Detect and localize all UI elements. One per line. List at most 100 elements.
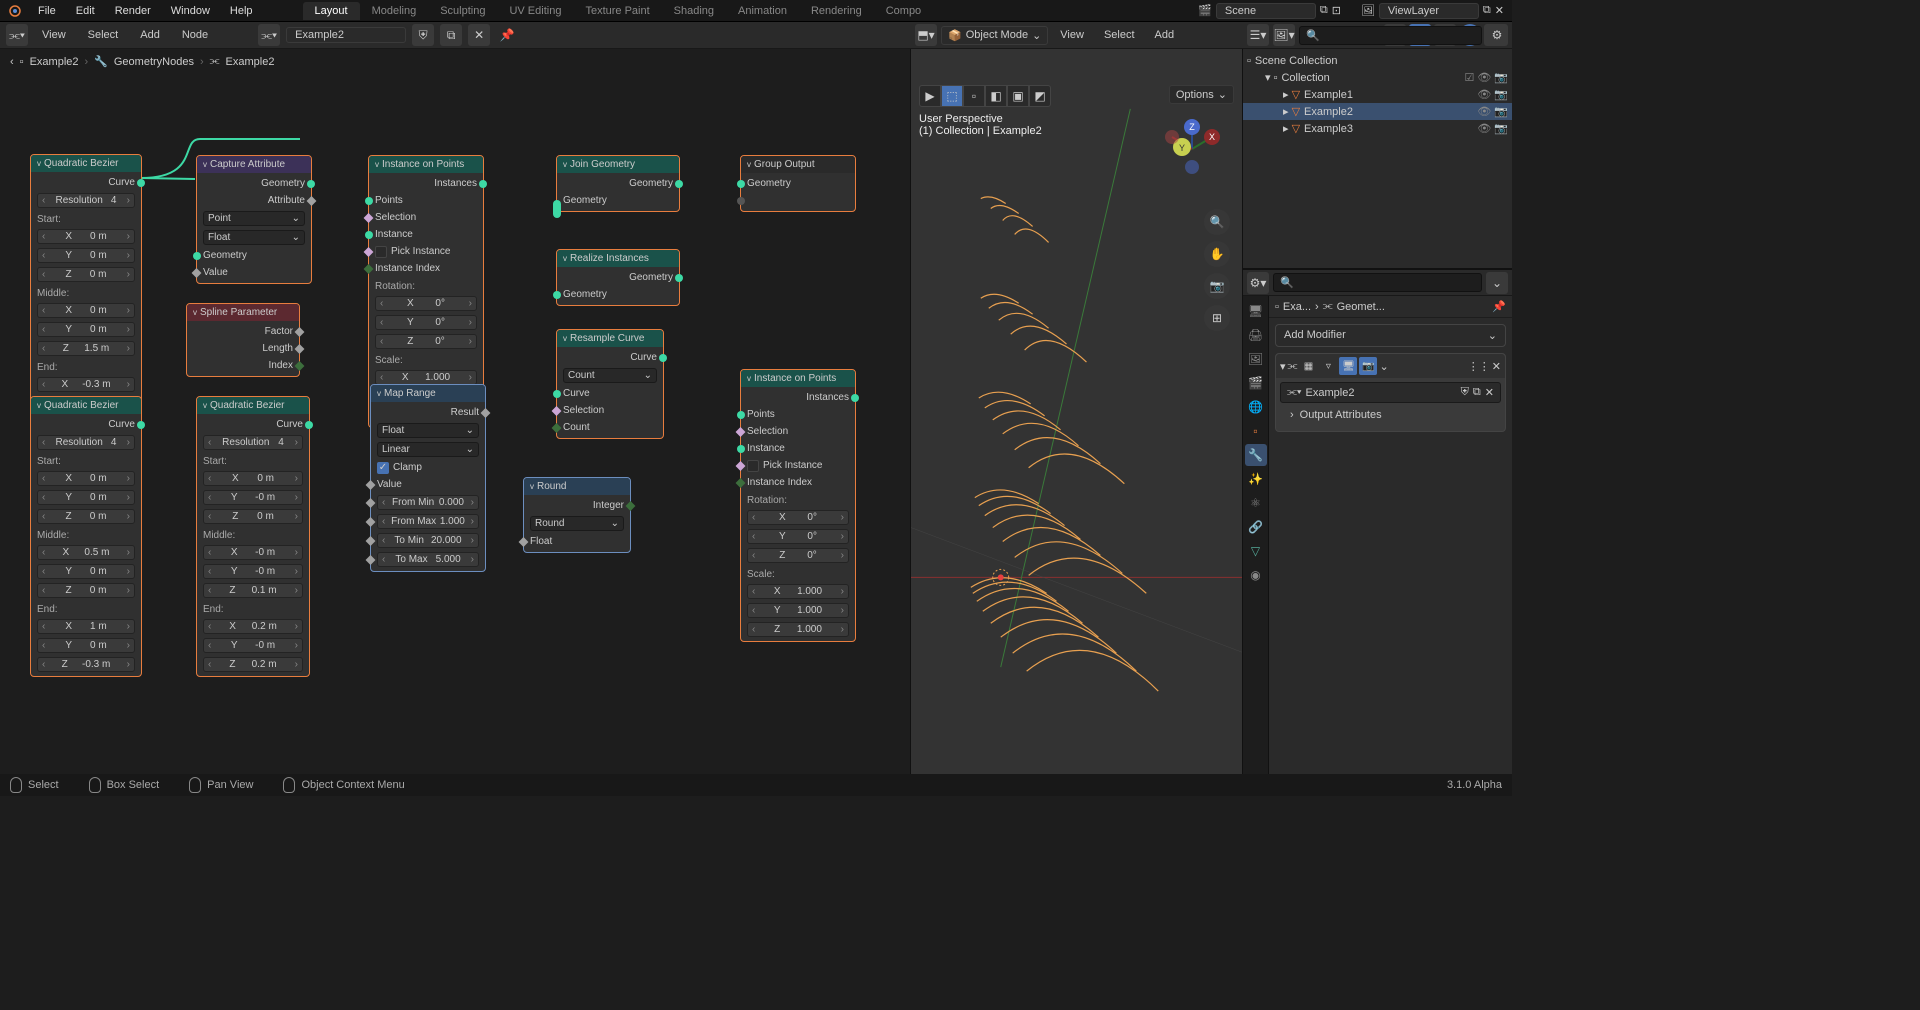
tab-physics-icon[interactable]: ⚛ [1245,492,1267,514]
node-header[interactable]: vQuadratic Bezier [197,397,309,414]
nodetree-name-field[interactable]: Example2 [286,27,406,43]
select-icon[interactable]: ◧ [985,85,1007,107]
cursor-icon[interactable]: ▶ [919,85,941,107]
node-header[interactable]: vInstance on Points [369,156,483,173]
node-spline-parameter[interactable]: vSpline Parameter Factor Length Index [186,303,300,377]
shield-icon[interactable]: ⛨ [412,24,434,46]
node-quadratic-bezier-1[interactable]: vQuadratic Bezier Curve Resolution4 Star… [30,154,142,435]
filter-icon[interactable]: ⚙ [1486,24,1508,46]
tab-world-icon[interactable]: 🌐 [1245,396,1267,418]
tree-item-example1[interactable]: ▸ ▽Example1👁📷 [1243,86,1512,103]
node-header[interactable]: vJoin Geometry [557,156,679,173]
tab-render-icon[interactable]: 🖥 [1245,300,1267,322]
tab-sculpting[interactable]: Sculpting [428,2,497,20]
tab-particles-icon[interactable]: ✨ [1245,468,1267,490]
add-modifier-button[interactable]: Add Modifier⌄ [1275,324,1506,347]
newwin-icon[interactable]: ⊡ [1332,4,1341,17]
resolution-field[interactable]: Resolution4 [37,193,135,208]
editor-type-icon[interactable]: ⬒▾ [915,24,937,46]
select-icon[interactable]: ◩ [1029,85,1051,107]
navigation-gizmo[interactable]: Z X Y [1162,119,1222,179]
node-header[interactable]: vResample Curve [557,330,663,347]
tree-collection[interactable]: ▾ ▫Collection☑👁📷 [1243,69,1512,86]
tab-animation[interactable]: Animation [726,2,799,20]
copy-icon[interactable]: ⧉ [1320,4,1328,17]
nodetree-icon[interactable]: ⫘▾ [258,24,280,46]
tab-uvediting[interactable]: UV Editing [497,2,573,20]
output-attributes-toggle[interactable]: ›Output Attributes [1280,403,1501,427]
copy-icon[interactable]: ⧉ [1473,386,1481,399]
menu-view[interactable]: View [1052,27,1092,43]
menu-file[interactable]: File [28,5,66,17]
display-viewport-icon[interactable]: 🖥 [1339,357,1357,375]
search-input[interactable]: 🔍 [1273,273,1482,292]
breadcrumb-tree[interactable]: Example2 [226,56,275,68]
shield-icon[interactable]: ⛨ [1461,386,1469,399]
blender-logo-icon[interactable] [0,0,28,22]
display-edit-icon[interactable]: ▿ [1319,357,1337,375]
node-join-geometry[interactable]: vJoin Geometry Geometry Geometry [556,155,680,212]
tree-item-example2[interactable]: ▸ ▽Example2👁📷 [1243,103,1512,120]
search-input[interactable]: 🔍 [1299,26,1482,45]
chevron-left-icon[interactable]: ‹ [10,56,14,68]
grid-icon[interactable]: ⊞ [1204,305,1230,331]
node-header[interactable]: vGroup Output [741,156,855,173]
node-quadratic-bezier-2[interactable]: vQuadratic Bezier Curve Resolution4 Star… [30,396,142,677]
tab-layout[interactable]: Layout [303,2,360,20]
breadcrumb-mod[interactable]: GeometryNodes [114,56,194,68]
tab-shading[interactable]: Shading [662,2,726,20]
tree-item-example3[interactable]: ▸ ▽Example3👁📷 [1243,120,1512,137]
modifier-panel-header[interactable]: ▾⫘ ▦ ▿ 🖥 📷 ⌄ ⋮⋮ ✕ [1276,354,1505,378]
display-spreadsheet-icon[interactable]: ▦ [1299,357,1317,375]
pan-icon[interactable]: ✋ [1204,241,1230,267]
node-map-range[interactable]: vMap Range Result Float⌄ Linear⌄ ✓Clamp … [370,384,486,572]
node-header[interactable]: vInstance on Points [741,370,855,387]
tree-scene-collection[interactable]: ▫Scene Collection [1243,53,1512,69]
node-capture-attribute[interactable]: vCapture Attribute Geometry Attribute Po… [196,155,312,284]
zoom-icon[interactable]: 🔍 [1204,209,1230,235]
tab-modeling[interactable]: Modeling [360,2,429,20]
tab-material-icon[interactable]: ◉ [1245,564,1267,586]
node-header[interactable]: vSpline Parameter [187,304,299,321]
menu-edit[interactable]: Edit [66,5,105,17]
menu-view[interactable]: View [34,27,74,43]
options-icon[interactable]: ⌄ [1486,272,1508,294]
select-icon[interactable]: ▫ [963,85,985,107]
node-realize-instances[interactable]: vRealize Instances Geometry Geometry [556,249,680,306]
options-dropdown[interactable]: Options⌄ [1169,85,1234,104]
pin-icon[interactable]: 📌 [496,24,518,46]
copy-icon[interactable]: ⧉ [1483,4,1491,17]
unlink-icon[interactable]: ✕ [468,24,490,46]
outliner[interactable]: ☰▾ 🖼▾ 🔍 ⚙ ▫Scene Collection ▾ ▫Collectio… [1243,49,1512,269]
node-group-output[interactable]: vGroup Output Geometry [740,155,856,212]
select-icon[interactable]: ▣ [1007,85,1029,107]
pin-icon[interactable]: 📌 [1492,300,1506,313]
menu-node[interactable]: Node [174,27,216,43]
node-header[interactable]: vQuadratic Bezier [31,155,141,172]
tab-scene-icon[interactable]: 🎬 [1245,372,1267,394]
node-header[interactable]: vCapture Attribute [197,156,311,173]
menu-help[interactable]: Help [220,5,263,17]
modifier-nodetree-field[interactable]: ⫘▾ Example2 ⛨ ⧉ ✕ [1280,382,1501,403]
breadcrumb-obj[interactable]: Example2 [30,56,79,68]
tab-rendering[interactable]: Rendering [799,2,874,20]
mode-select[interactable]: 📦Object Mode⌄ [941,26,1048,45]
close-icon[interactable]: ✕ [1492,360,1501,373]
display-mode-icon[interactable]: 🖼▾ [1273,24,1295,46]
tab-modifier-icon[interactable]: 🔧 [1245,444,1267,466]
close-icon[interactable]: ✕ [1495,4,1504,17]
menu-window[interactable]: Window [161,5,220,17]
tab-constraints-icon[interactable]: 🔗 [1245,516,1267,538]
3d-viewport[interactable]: ⬒▾ 📦Object Mode⌄ View Select Add ▶ ⬚ ▫ ◧… [910,49,1242,774]
tab-compositing[interactable]: Compo [874,2,933,20]
node-resample-curve[interactable]: vResample Curve Curve Count⌄ Curve Selec… [556,329,664,439]
display-render-icon[interactable]: 📷 [1359,357,1377,375]
tab-data-icon[interactable]: ▽ [1245,540,1267,562]
tab-object-icon[interactable]: ▫ [1245,420,1267,442]
tab-output-icon[interactable]: 🖨 [1245,324,1267,346]
editor-type-icon[interactable]: ⚙▾ [1247,272,1269,294]
editor-type-icon[interactable]: ⫘▾ [6,24,28,46]
menu-add[interactable]: Add [1147,27,1183,43]
copy-icon[interactable]: ⧉ [440,24,462,46]
viewlayer-name-field[interactable]: ViewLayer [1379,3,1479,19]
